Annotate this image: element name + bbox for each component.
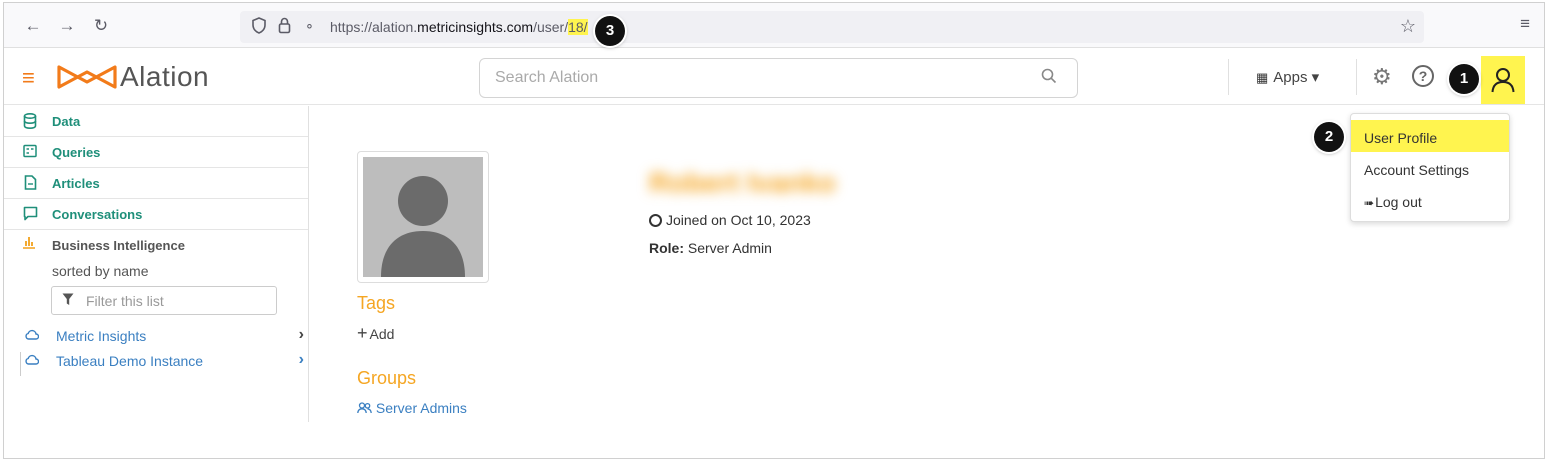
- clock-icon: [649, 214, 662, 227]
- header-divider: [1356, 59, 1357, 95]
- user-name: Robert Ivanko: [649, 167, 836, 198]
- logout-label: Log out: [1375, 194, 1422, 210]
- add-tag-button[interactable]: + Add: [357, 323, 394, 344]
- logo-text: Alation: [120, 61, 210, 92]
- group-name: Server Admins: [375, 400, 467, 416]
- sidebar-item-label: Articles: [52, 176, 100, 191]
- search-icon[interactable]: [1041, 68, 1057, 84]
- help-icon[interactable]: ?: [1412, 65, 1434, 87]
- filter-input[interactable]: [86, 292, 266, 310]
- joined-text: Joined on Oct 10, 2023: [666, 212, 811, 228]
- url-text[interactable]: https://alation.metricinsights.com/user/…: [330, 19, 588, 35]
- role-label: Role:: [649, 240, 684, 256]
- browser-window: ← → ↻ ⚬ https://alation.metricinsights.c…: [3, 2, 1545, 459]
- plus-icon: +: [357, 323, 368, 343]
- address-bar[interactable]: ⚬ https://alation.metricinsights.com/use…: [240, 11, 1424, 43]
- menu-item-account-settings[interactable]: Account Settings: [1351, 152, 1509, 184]
- bar-chart-icon: [22, 235, 36, 252]
- sidebar-item-queries[interactable]: Queries: [4, 137, 308, 168]
- groups-heading: Groups: [357, 368, 417, 388]
- url-highlight: 18/: [568, 19, 588, 35]
- apps-grid-icon: ▦: [1256, 70, 1269, 85]
- logout-icon: ➠: [1364, 196, 1375, 210]
- tags-heading: Tags: [357, 293, 396, 313]
- chevron-right-icon[interactable]: ›: [299, 326, 304, 344]
- settings-gear-icon[interactable]: ⚙: [1372, 64, 1392, 90]
- bookmark-star-icon[interactable]: ☆: [1400, 16, 1416, 37]
- permissions-icon[interactable]: ⚬: [304, 17, 315, 37]
- browser-toolbar: ← → ↻ ⚬ https://alation.metricinsights.c…: [4, 3, 1544, 48]
- sidebar-item-label: Data: [52, 114, 81, 129]
- sidebar-section-business-intelligence[interactable]: Business Intelligence: [4, 230, 308, 256]
- lock-icon[interactable]: [278, 17, 291, 37]
- cloud-icon: [25, 353, 40, 368]
- reload-icon[interactable]: ↻: [90, 15, 112, 37]
- group-link-server-admins[interactable]: Server Admins: [357, 400, 467, 416]
- url-host: metricinsights.com: [417, 19, 534, 35]
- apps-label: Apps: [1273, 69, 1308, 86]
- sidebar: Data Queries Articles Conversations Busi…: [4, 106, 309, 422]
- group-icon: [357, 402, 372, 414]
- user-menu-dropdown: User Profile Account Settings ➠Log out: [1350, 113, 1510, 222]
- callout-badge-2: 2: [1314, 122, 1344, 152]
- joined-date: Joined on Oct 10, 2023: [649, 212, 811, 228]
- app-header: ≡ Alation ▦Apps ▾ ⚙ ?: [4, 49, 1544, 105]
- callout-badge-3: 3: [595, 16, 625, 46]
- sidebar-item-data[interactable]: Data: [4, 106, 308, 137]
- sidebar-item-conversations[interactable]: Conversations: [4, 199, 308, 230]
- query-icon: [22, 144, 38, 160]
- conversation-icon: [22, 206, 38, 222]
- sidebar-section-title: Business Intelligence: [52, 238, 185, 253]
- source-divider: [20, 352, 21, 376]
- url-prefix: https://alation.: [330, 19, 418, 35]
- user-icon: [1491, 68, 1515, 93]
- search-input[interactable]: [495, 67, 1015, 89]
- apps-button[interactable]: ▦ Apps ▾: [1256, 68, 1319, 86]
- sidebar-item-label: Conversations: [52, 207, 143, 222]
- user-role: Role: Server Admin: [649, 240, 772, 256]
- header-divider: [1228, 59, 1229, 95]
- source-label: Metric Insights: [56, 328, 147, 344]
- user-account-button[interactable]: [1481, 56, 1525, 104]
- alation-logo-icon: [57, 65, 117, 89]
- shield-icon[interactable]: [252, 17, 266, 37]
- callout-badge-1: 1: [1449, 64, 1479, 94]
- chevron-right-icon[interactable]: ›: [299, 351, 304, 369]
- role-value: Server Admin: [687, 240, 772, 256]
- search-box[interactable]: [479, 58, 1078, 98]
- filter-box[interactable]: [51, 286, 277, 315]
- database-icon: [22, 112, 38, 130]
- add-label: Add: [369, 326, 395, 342]
- sort-label: sorted by name: [52, 263, 149, 279]
- avatar[interactable]: [357, 151, 489, 283]
- browser-menu-icon[interactable]: ≡: [1520, 14, 1530, 34]
- back-arrow-icon[interactable]: ←: [22, 15, 44, 37]
- article-icon: [22, 175, 38, 191]
- source-label: Tableau Demo Instance: [56, 353, 204, 369]
- sidebar-item-articles[interactable]: Articles: [4, 168, 308, 199]
- default-avatar-icon: [363, 157, 483, 277]
- url-path: /user/: [533, 19, 569, 35]
- sidebar-item-label: Queries: [52, 145, 101, 160]
- sidebar-source-tableau-demo[interactable]: Tableau Demo Instance ›: [22, 351, 304, 373]
- menu-item-log-out[interactable]: ➠Log out: [1351, 184, 1509, 216]
- forward-arrow-icon[interactable]: →: [56, 15, 78, 37]
- menu-item-user-profile[interactable]: User Profile: [1351, 120, 1509, 152]
- sidebar-source-metric-insights[interactable]: Metric Insights ›: [22, 326, 304, 348]
- filter-icon: [62, 293, 74, 305]
- cloud-icon: [25, 328, 40, 343]
- hamburger-menu-icon[interactable]: ≡: [22, 65, 35, 91]
